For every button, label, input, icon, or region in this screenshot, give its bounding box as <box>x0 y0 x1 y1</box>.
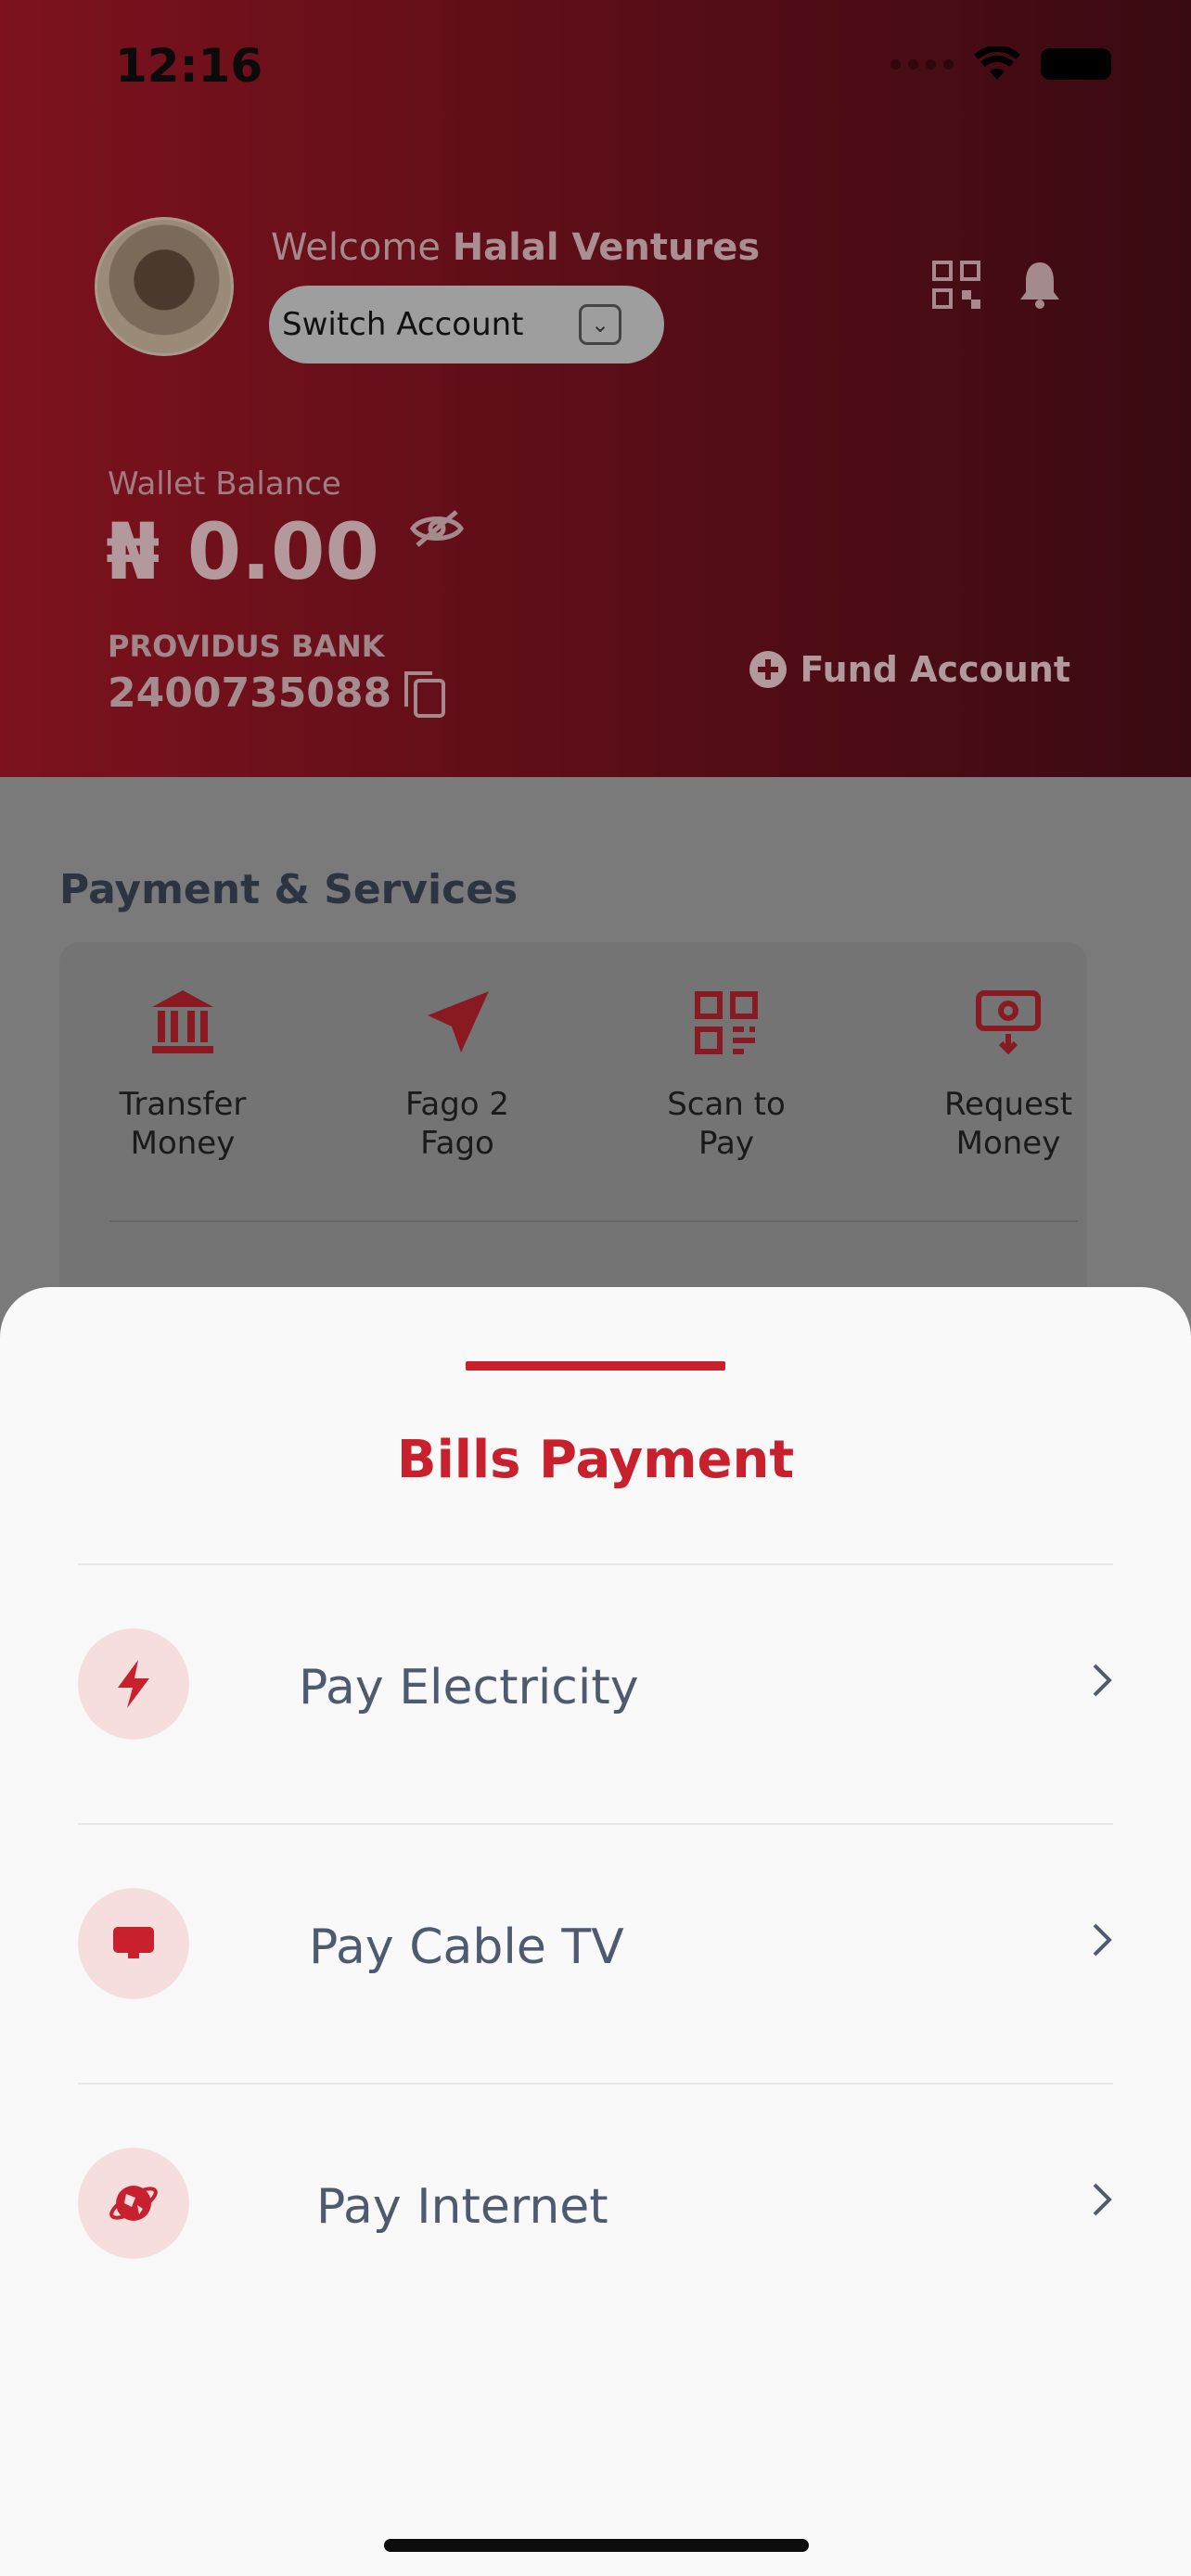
service-label: Request Money <box>943 1086 1073 1162</box>
service-label: Fago 2 Fago <box>404 1086 510 1162</box>
chevron-down-icon: ⌄ <box>579 304 621 345</box>
divider <box>78 1563 1113 1565</box>
qr-code-icon[interactable] <box>931 260 981 310</box>
sheet-title: Bills Payment <box>396 1430 795 1490</box>
icon-circle <box>78 1888 189 1999</box>
plus-circle-icon <box>749 651 787 688</box>
sheet-grabber[interactable] <box>466 1361 725 1371</box>
avatar[interactable] <box>95 217 234 356</box>
row-label: Pay Cable TV <box>309 1919 624 1975</box>
icon-circle <box>78 1628 189 1740</box>
status-icons <box>890 46 1111 82</box>
switch-account-button[interactable]: Switch Account ⌄ <box>269 286 664 363</box>
services-divider <box>109 1220 1078 1222</box>
wifi-icon <box>974 46 1020 80</box>
pay-internet-row[interactable]: Pay Internet <box>78 2109 1113 2294</box>
lightning-icon <box>118 1660 149 1708</box>
battery-icon <box>1041 48 1111 80</box>
divider <box>78 2083 1113 2085</box>
chevron-right-icon <box>1093 2183 1112 2216</box>
account-number: 2400735088 <box>108 670 392 717</box>
switch-account-label: Switch Account <box>282 306 524 343</box>
copy-icon[interactable] <box>403 670 447 718</box>
fund-account-button[interactable]: Fund Account <box>749 649 1070 690</box>
signal-icon <box>890 58 954 70</box>
bills-payment-sheet: Bills Payment Pay Electricity Pay Cable … <box>0 1287 1191 2576</box>
wallet-balance-amount: ₦ 0.00 <box>106 506 379 597</box>
status-time: 12:16 <box>115 39 263 93</box>
fago-2-fago-button[interactable]: Fago 2 Fago <box>351 983 564 1163</box>
chevron-right-icon <box>1093 1923 1112 1957</box>
home-indicator[interactable] <box>384 2539 809 2552</box>
scan-to-pay-button[interactable]: Scan to Pay <box>620 983 833 1163</box>
fund-account-label: Fund Account <box>800 649 1070 690</box>
pay-electricity-row[interactable]: Pay Electricity <box>78 1589 1113 1775</box>
wallet-balance-label: Wallet Balance <box>108 465 341 503</box>
send-icon <box>428 991 489 1052</box>
icon-circle <box>78 2148 189 2259</box>
wallet-header: 12:16 Welcome Halal Ventures Switch Acco… <box>0 0 1191 777</box>
bank-name: PROVIDUS BANK <box>108 629 385 664</box>
row-label: Pay Internet <box>316 2179 608 2235</box>
globe-icon <box>109 2186 158 2221</box>
transfer-money-button[interactable]: Transfer Money <box>76 983 289 1163</box>
eye-off-icon[interactable] <box>410 508 464 549</box>
business-name: Halal Ventures <box>452 226 761 269</box>
request-money-button[interactable]: Request Money <box>902 983 1115 1163</box>
bell-icon[interactable] <box>1018 261 1061 309</box>
pay-cable-tv-row[interactable]: Pay Cable TV <box>78 1849 1113 2034</box>
bank-icon <box>152 990 213 1053</box>
tv-icon <box>113 1927 154 1958</box>
service-label: Transfer Money <box>119 1086 247 1162</box>
row-label: Pay Electricity <box>299 1660 639 1715</box>
qr-scan-icon <box>695 991 758 1054</box>
divider <box>78 1823 1113 1825</box>
cash-request-icon <box>976 990 1041 1055</box>
services-title: Payment & Services <box>59 866 519 913</box>
welcome-text: Welcome Halal Ventures <box>271 226 761 269</box>
service-label: Scan to Pay <box>667 1086 786 1162</box>
header-actions <box>931 260 1061 310</box>
chevron-right-icon <box>1093 1664 1112 1697</box>
